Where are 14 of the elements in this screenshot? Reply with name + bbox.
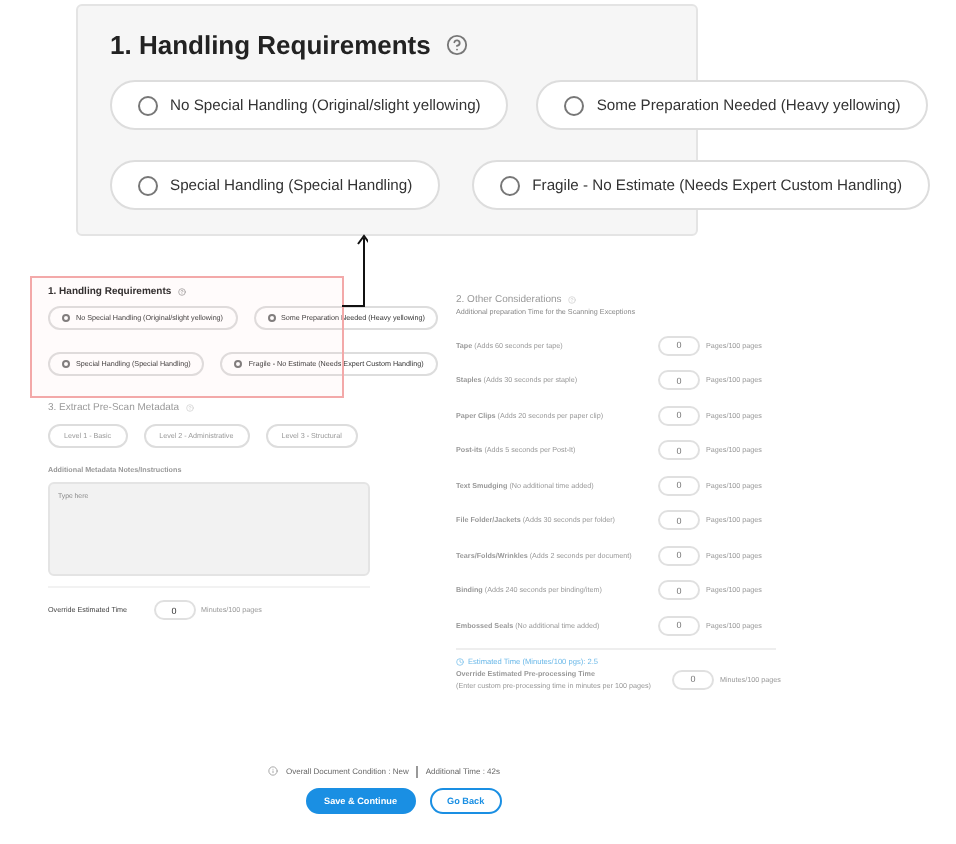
radio-icon xyxy=(62,314,70,322)
radio-icon xyxy=(138,95,158,115)
radio-icon xyxy=(564,95,585,115)
help-icon xyxy=(177,288,186,296)
clock-icon xyxy=(456,657,464,665)
radio-icon xyxy=(62,360,70,368)
section-title: 1. Handling Requirements xyxy=(110,30,431,60)
radio-icon xyxy=(500,175,521,195)
connector-arrow xyxy=(336,234,368,310)
radio-icon xyxy=(138,175,158,195)
radio-icon xyxy=(267,314,276,322)
radio-icon xyxy=(234,360,243,368)
help-icon xyxy=(446,34,469,56)
info-icon xyxy=(268,766,278,776)
